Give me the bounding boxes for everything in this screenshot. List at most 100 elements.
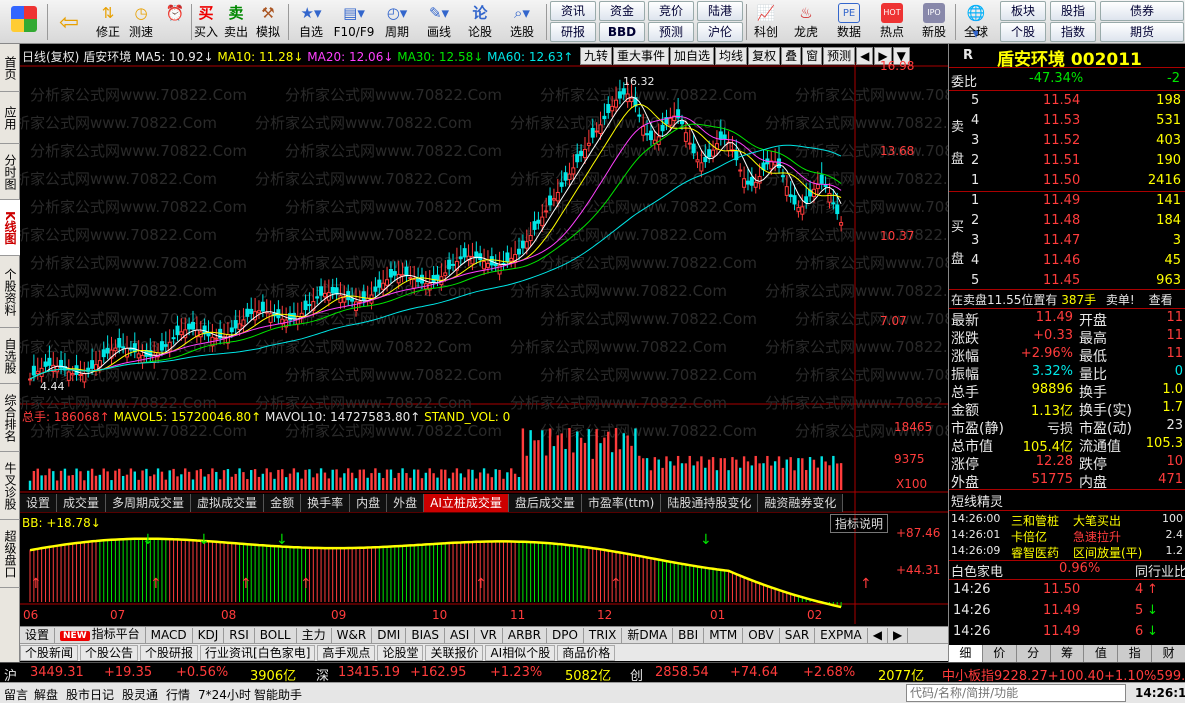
- quote-tab-3[interactable]: 筹: [1050, 645, 1085, 662]
- sell-level-price[interactable]: 11.54: [1043, 93, 1080, 108]
- news-tab-experts[interactable]: 高手观点: [317, 644, 376, 661]
- buy-button[interactable]: 买 买入: [193, 0, 219, 44]
- research-button[interactable]: 研报: [550, 22, 596, 42]
- status-quote[interactable]: 行情: [166, 686, 190, 703]
- hk-connect-button[interactable]: 陆港: [697, 1, 743, 21]
- back-button[interactable]: ⇦: [52, 0, 86, 44]
- nav-intraday[interactable]: 分时图: [0, 144, 20, 200]
- r-badge[interactable]: R: [963, 48, 973, 63]
- buy-level-price[interactable]: 11.47: [1043, 233, 1080, 248]
- sh-value[interactable]: 3449.31: [30, 665, 84, 680]
- index-button[interactable]: 指数: [1050, 22, 1096, 42]
- clock-button[interactable]: ⏰: [160, 0, 190, 44]
- add-watch-button[interactable]: 加自选: [670, 47, 715, 65]
- futures-button[interactable]: 期货: [1100, 22, 1184, 42]
- indicator-main[interactable]: 主力: [297, 627, 332, 643]
- sector-compare[interactable]: 同行业比: [1135, 561, 1185, 580]
- indicator-obv[interactable]: OBV: [743, 627, 780, 643]
- indicator-platform[interactable]: NEW 指标平台: [55, 626, 146, 644]
- short-stock[interactable]: 三和管桩: [1011, 512, 1059, 529]
- news-tab-forum[interactable]: 论股堂: [377, 644, 424, 661]
- nav-home[interactable]: 首页: [0, 44, 20, 92]
- indicator-rsi[interactable]: RSI: [224, 627, 255, 643]
- nav-watchlist[interactable]: 自选股: [0, 328, 20, 384]
- status-247[interactable]: 7*24小时: [198, 686, 251, 703]
- news-tab-commodity[interactable]: 商品价格: [557, 644, 616, 661]
- news-tab-related[interactable]: 关联报价: [425, 644, 484, 661]
- quote-tab-4[interactable]: 值: [1084, 645, 1119, 662]
- indicator-explain-button[interactable]: 指标说明: [830, 514, 889, 533]
- dragon-tiger-button[interactable]: ♨ 龙虎: [790, 0, 822, 44]
- ipo-button[interactable]: IPO 新股: [918, 0, 950, 44]
- volume-tab-8[interactable]: AI立桩成交量: [424, 494, 509, 512]
- indicator-asi[interactable]: ASI: [445, 627, 476, 643]
- volume-tab-9[interactable]: 盘后成交量: [508, 494, 582, 512]
- indicator-bias[interactable]: BIAS: [406, 627, 445, 643]
- nav-ranking[interactable]: 综合排名: [0, 384, 20, 452]
- volume-tab-2[interactable]: 多周期成交量: [106, 494, 192, 512]
- volume-tab-7[interactable]: 外盘: [387, 494, 425, 512]
- sell-level-price[interactable]: 11.51: [1043, 153, 1080, 168]
- cycle-button[interactable]: ◴▾ 周期: [378, 0, 416, 44]
- indicator-scroll-right-icon[interactable]: ▶: [888, 627, 909, 643]
- speed-button[interactable]: ◷ 测速: [124, 0, 158, 44]
- indicator-settings[interactable]: 设置: [20, 627, 56, 643]
- indicator-kdj[interactable]: KDJ: [193, 627, 225, 643]
- volume-tab-5[interactable]: 换手率: [301, 494, 351, 512]
- quote-tab-2[interactable]: 分: [1016, 645, 1051, 662]
- london-button[interactable]: 沪伦: [697, 22, 743, 42]
- jiuzhuan-button[interactable]: 九转: [580, 47, 613, 65]
- status-message[interactable]: 留言: [4, 686, 28, 703]
- sell-level-price[interactable]: 11.52: [1043, 133, 1080, 148]
- sell-level-price[interactable]: 11.53: [1043, 113, 1080, 128]
- alert-more-link[interactable]: 查看: [1149, 293, 1173, 307]
- indicator-scroll-left-icon[interactable]: ◀: [868, 627, 888, 643]
- volume-tab-10[interactable]: 市盈率(ttm): [581, 494, 662, 512]
- news-tab-industry[interactable]: 行业资讯[白色家电]: [200, 644, 316, 661]
- draw-button[interactable]: ✎▾ 画线: [420, 0, 458, 44]
- indicator-dpo[interactable]: DPO: [547, 627, 584, 643]
- sz-value[interactable]: 13415.19: [338, 665, 400, 680]
- auction-button[interactable]: 竞价: [648, 1, 694, 21]
- volume-tab-4[interactable]: 金额: [264, 494, 302, 512]
- buy-level-price[interactable]: 11.48: [1043, 213, 1080, 228]
- bond-button[interactable]: 债券: [1100, 1, 1184, 21]
- major-events-button[interactable]: 重大事件: [613, 47, 670, 65]
- funds-button[interactable]: 资金: [599, 1, 645, 21]
- hotspot-button[interactable]: HOT 热点: [876, 0, 908, 44]
- star-market-button[interactable]: 📈 科创: [750, 0, 782, 44]
- index-futures-button[interactable]: 股指: [1050, 1, 1096, 21]
- volume-tab-3[interactable]: 虚拟成交量: [191, 494, 265, 512]
- quote-tab-5[interactable]: 指: [1118, 645, 1153, 662]
- volume-tab-1[interactable]: 成交量: [57, 494, 107, 512]
- indicator-sar[interactable]: SAR: [780, 627, 816, 643]
- fix-button[interactable]: ⇅ 修正: [94, 0, 122, 44]
- sector-button[interactable]: 板块: [1000, 1, 1046, 21]
- forecast-button[interactable]: 预测: [648, 22, 694, 42]
- bbd-button[interactable]: BBD: [599, 22, 645, 42]
- simulate-button[interactable]: ⚒ 模拟: [253, 0, 283, 44]
- forum-button[interactable]: 论 论股: [462, 0, 498, 44]
- stock-button[interactable]: 个股: [1000, 22, 1046, 42]
- short-term-title[interactable]: 短线精灵: [951, 491, 1003, 510]
- news-tab-announcements[interactable]: 个股公告: [80, 644, 139, 661]
- stock-picker-button[interactable]: ⌕▾ 选股: [502, 0, 542, 44]
- buy-level-price[interactable]: 11.46: [1043, 253, 1080, 268]
- data-button[interactable]: PE 数据: [834, 0, 864, 44]
- volume-tab-6[interactable]: 内盘: [350, 494, 388, 512]
- watchlist-button[interactable]: ★▾ 自选: [291, 0, 331, 44]
- sell-button[interactable]: 卖 卖出: [223, 0, 249, 44]
- indicator-dmi[interactable]: DMI: [372, 627, 407, 643]
- sector-name[interactable]: 白色家电: [951, 561, 1003, 580]
- status-assistant[interactable]: 智能助手: [254, 686, 302, 703]
- scroll-left-icon[interactable]: ◀: [856, 47, 874, 65]
- indicator-wr[interactable]: W&R: [332, 627, 373, 643]
- overlay-button[interactable]: 叠: [781, 47, 802, 65]
- quote-tab-0[interactable]: 细: [949, 645, 983, 662]
- cy-value[interactable]: 2858.54: [655, 665, 709, 680]
- indicator-boll[interactable]: BOLL: [255, 627, 297, 643]
- indicator-arbr[interactable]: ARBR: [503, 627, 547, 643]
- volume-tab-11[interactable]: 陆股通持股变化: [661, 494, 759, 512]
- ma-button[interactable]: 均线: [715, 47, 748, 65]
- global-button[interactable]: 🌐▾ 全球: [958, 0, 994, 44]
